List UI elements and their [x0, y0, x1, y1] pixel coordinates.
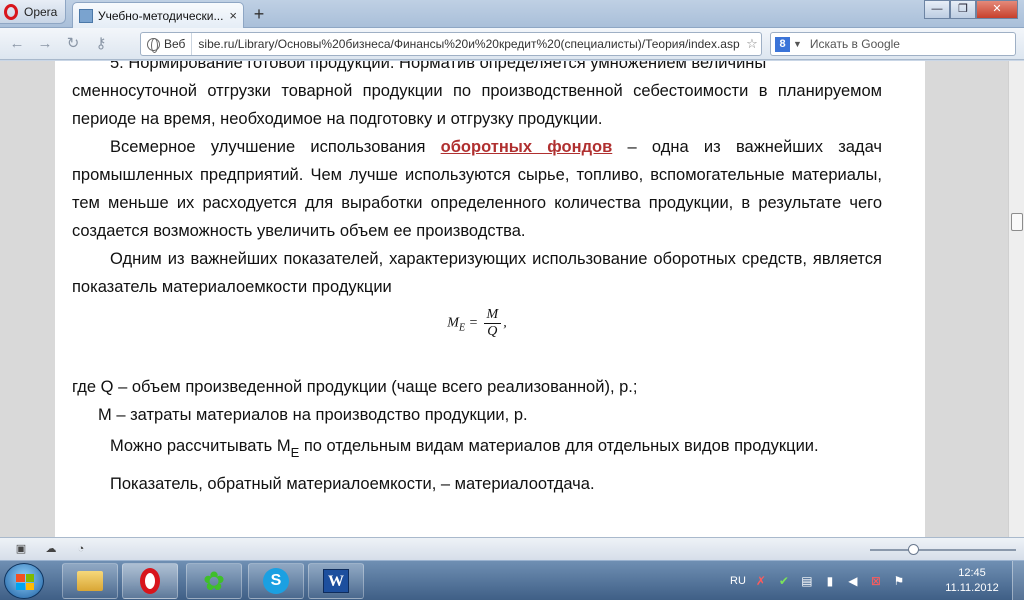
window-controls: — ❐ ✕	[924, 0, 1018, 19]
scroll-thumb[interactable]	[1011, 213, 1023, 231]
paragraph-6: Можно рассчитывать ME по отдельным видам…	[72, 429, 882, 470]
formula-lhs: M	[447, 315, 459, 331]
article-text: 5. Нормирование готовой продукции. Норма…	[72, 61, 882, 498]
opera-menu-label: Opera	[24, 4, 58, 19]
back-arrow-icon[interactable]: ←	[6, 33, 28, 55]
tab-title: Учебно-методически...	[98, 8, 224, 23]
zoom-slider[interactable]	[870, 544, 1016, 555]
paragraph-7: Показатель, обратный материалоемкости, –…	[110, 475, 595, 493]
new-tab-button[interactable]: +	[250, 4, 268, 25]
panel-toggle-icon[interactable]: ▣	[12, 542, 30, 556]
zoom-handle[interactable]	[908, 544, 919, 555]
signal-bars-icon[interactable]: ▮	[822, 573, 838, 589]
formula-fraction: MQ	[483, 307, 502, 340]
opera-logo-icon	[4, 3, 18, 20]
opera-menu-button[interactable]: Opera	[0, 0, 66, 24]
globe-icon	[147, 37, 160, 53]
reload-icon[interactable]: ↻	[62, 33, 84, 55]
material-intensity-formula: ME = MQ,	[72, 307, 882, 367]
maximize-button[interactable]: ❐	[950, 0, 976, 19]
zoom-track	[870, 549, 1016, 551]
formula-denominator: Q	[487, 324, 498, 339]
paragraph-cut-top: 5. Нормирование готовой продукции. Норма…	[110, 61, 767, 72]
opera-icon	[140, 568, 160, 594]
paragraph-1: сменносуточной отгрузки товарной продукц…	[72, 82, 882, 128]
clock-time: 12:45	[958, 567, 986, 579]
paragraph-3: Одним из важнейших показателей, характер…	[72, 250, 882, 296]
paragraph-6-start: Можно рассчитывать M	[110, 437, 291, 455]
language-indicator[interactable]: RU	[730, 575, 746, 587]
url-text[interactable]: sibe.ru/Library/Основы%20бизнеса/Финансы…	[192, 37, 743, 51]
folder-icon	[77, 571, 103, 591]
monitor-icon[interactable]: ▤	[799, 573, 815, 589]
update-check-icon[interactable]: ✔	[776, 573, 792, 589]
paragraph-2-start: Всемерное улучшение использования	[110, 138, 441, 156]
network-error-icon[interactable]: ⊠	[868, 573, 884, 589]
speed-dial-icon[interactable]: ◔	[72, 542, 90, 556]
system-clock[interactable]: 12:45 11.11.2012	[940, 566, 1004, 596]
search-field[interactable]: 8 ▼ Искать в Google	[770, 32, 1016, 56]
paragraph-2: Всемерное улучшение использования оборот…	[72, 133, 882, 245]
document-page: 5. Нормирование готовой продукции. Норма…	[55, 61, 925, 537]
opera-taskbar-button[interactable]	[122, 563, 178, 599]
close-window-button[interactable]: ✕	[976, 0, 1018, 19]
formula-comma: ,	[503, 315, 507, 331]
web-badge-label: Веб	[164, 37, 186, 51]
search-placeholder: Искать в Google	[809, 37, 900, 51]
working-capital-link[interactable]: оборотных фондов	[441, 138, 613, 156]
explorer-taskbar-button[interactable]	[62, 563, 118, 599]
flag-icon[interactable]: ⚑	[891, 573, 907, 589]
icq-taskbar-button[interactable]: ✿	[186, 563, 242, 599]
cloud-icon[interactable]: ☁	[42, 542, 60, 556]
tab-close-icon[interactable]: ×	[229, 8, 237, 23]
skype-icon: S	[263, 568, 289, 594]
tab-active[interactable]: Учебно-методически... ×	[72, 2, 244, 28]
word-icon: W	[323, 569, 349, 593]
antivirus-icon[interactable]: ✗	[753, 573, 769, 589]
vertical-scrollbar[interactable]	[1008, 61, 1024, 537]
search-engine-icon[interactable]: 8	[775, 36, 790, 52]
windows-taskbar: ✿ S W RU ✗ ✔ ▤ ▮ ◀ ⊠ ⚑ 12:45 11.11.2012	[0, 560, 1024, 600]
icq-flower-icon: ✿	[203, 566, 225, 596]
navigation-toolbar: ← → ↻ ⚷ Веб sibe.ru/Library/Основы%20биз…	[0, 28, 1024, 60]
word-taskbar-button[interactable]: W	[308, 563, 364, 599]
clock-date: 11.11.2012	[945, 582, 999, 594]
bookmark-star-icon[interactable]: ☆	[743, 36, 761, 52]
forward-arrow-icon[interactable]: →	[34, 33, 56, 55]
minimize-button[interactable]: —	[924, 0, 950, 19]
web-badge: Веб	[141, 33, 193, 55]
key-icon[interactable]: ⚷	[90, 33, 112, 55]
windows-logo-icon	[16, 574, 34, 590]
page-favicon-icon	[79, 8, 93, 23]
paragraph-6-end: по отдельным видам материалов для отдель…	[299, 437, 819, 455]
formula-numerator: M	[483, 307, 502, 324]
status-bar: ▣ ☁ ◔	[0, 537, 1024, 560]
system-tray: RU ✗ ✔ ▤ ▮ ◀ ⊠ ⚑	[730, 561, 907, 600]
paragraph-6-sub: E	[290, 445, 300, 460]
show-desktop-button[interactable]	[1012, 561, 1024, 600]
paragraph-4: где Q – объем произведенной продукции (ч…	[72, 378, 638, 396]
formula-equals: =	[465, 315, 482, 331]
page-viewport: 5. Нормирование готовой продукции. Норма…	[0, 61, 1008, 537]
chevron-down-icon[interactable]: ▼	[793, 39, 802, 49]
paragraph-5: M – затраты материалов на производство п…	[98, 406, 528, 424]
address-bar[interactable]: Веб sibe.ru/Library/Основы%20бизнеса/Фин…	[140, 32, 762, 56]
skype-taskbar-button[interactable]: S	[248, 563, 304, 599]
start-button[interactable]	[4, 563, 44, 599]
tab-bar: Opera Учебно-методически... × + — ❐ ✕	[0, 0, 1024, 28]
volume-icon[interactable]: ◀	[845, 573, 861, 589]
